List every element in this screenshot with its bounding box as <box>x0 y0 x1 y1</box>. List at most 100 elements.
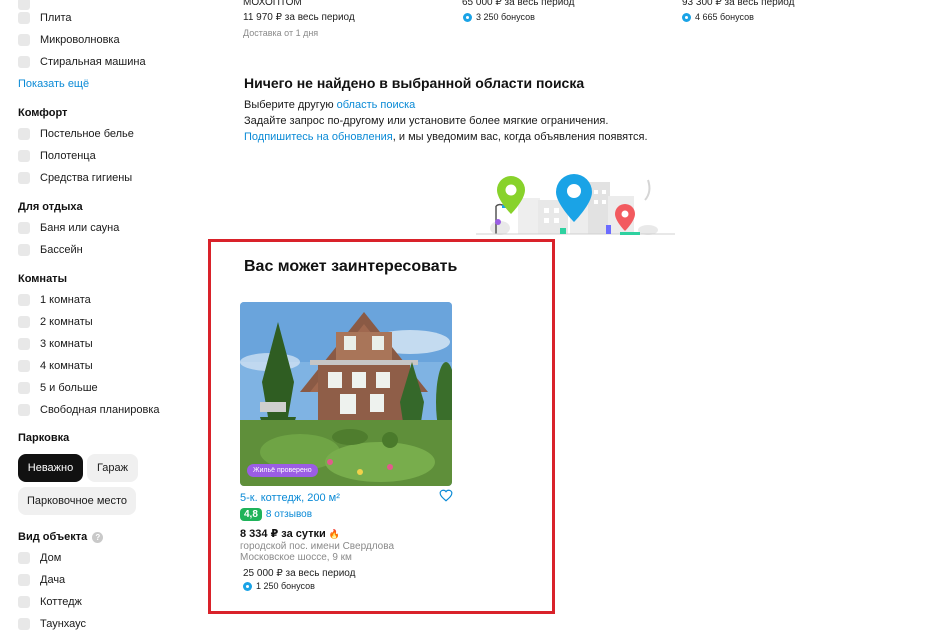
empty-state-text: , и мы уведомим вас, когда объявления по… <box>392 131 648 143</box>
checkbox[interactable] <box>18 618 30 630</box>
filter-label: Бассейн <box>40 244 83 256</box>
filter-dacha[interactable]: Дача <box>18 572 65 588</box>
filter-label: 4 комнаты <box>40 360 93 372</box>
listing-3-bonus: 4 665 бонусов <box>682 12 754 22</box>
checkbox[interactable] <box>18 382 30 394</box>
checkbox[interactable] <box>18 596 30 608</box>
bonus-icon <box>682 12 691 22</box>
filter-rooms-4[interactable]: 4 комнаты <box>18 358 93 374</box>
checkbox[interactable] <box>18 404 30 416</box>
section-title-leisure: Для отдыха <box>18 201 83 213</box>
empty-state-title: Ничего не найдено в выбранной области по… <box>244 75 585 91</box>
listing-price: 8 334 ₽ за сутки 🔥 <box>240 527 340 540</box>
filter-house[interactable]: Дом <box>18 550 61 566</box>
listing-1-delivery: Доставка от 1 дня <box>243 28 319 38</box>
bonus-text: 4 665 бонусов <box>695 12 754 22</box>
reviews-link[interactable]: 8 отзывов <box>266 509 312 520</box>
checkbox[interactable] <box>18 574 30 586</box>
filter-towels[interactable]: Полотенца <box>18 148 96 164</box>
listing-title-link[interactable]: 5-к. коттедж, 200 м² <box>240 492 340 504</box>
checkbox[interactable] <box>18 222 30 234</box>
filter-label: Свободная планировка <box>40 404 160 416</box>
empty-state-line-2: Задайте запрос по-другому или установите… <box>244 115 609 127</box>
filter-label: 3 комнаты <box>40 338 93 350</box>
section-title-parking: Парковка <box>18 432 70 444</box>
checkbox[interactable] <box>18 12 30 24</box>
listing-rating: 4,8 8 отзывов <box>240 508 312 521</box>
filter-label: Постельное белье <box>40 128 134 140</box>
filter-label: Полотенца <box>40 150 96 162</box>
filter-label: Плита <box>40 12 72 24</box>
section-title-object-type: Вид объекта? <box>18 531 104 543</box>
checkbox[interactable] <box>18 360 30 372</box>
parking-option-garage[interactable]: Гараж <box>87 454 138 482</box>
filter-label: Средства гигиены <box>40 172 133 184</box>
filter-label: 5 и больше <box>40 382 98 394</box>
filter-label: Микроволновка <box>40 34 120 46</box>
bonus-icon <box>243 581 252 591</box>
checkbox[interactable] <box>18 0 30 10</box>
listing-bonus: 1 250 бонусов <box>243 581 315 591</box>
checkbox[interactable] <box>18 244 30 256</box>
checkbox[interactable] <box>18 172 30 184</box>
filter-microwave[interactable]: Микроволновка <box>18 32 120 48</box>
filter-pool[interactable]: Бассейн <box>18 242 83 258</box>
listing-address-line-2: Московское шоссе, 9 км <box>240 552 352 563</box>
empty-search-illustration <box>476 174 675 235</box>
building-shape <box>518 198 540 234</box>
favorite-heart-icon[interactable] <box>439 489 453 502</box>
parking-option-spot[interactable]: Парковочное место <box>18 487 136 515</box>
filter-label: Баня или сауна <box>40 222 120 234</box>
empty-state-text: Выберите другую <box>244 99 337 111</box>
bonus-text: 1 250 бонусов <box>256 581 315 591</box>
empty-state-line-1: Выберите другую область поиска <box>244 99 415 111</box>
subscribe-link[interactable]: Подпишитесь на обновления <box>244 131 393 143</box>
help-icon[interactable]: ? <box>92 531 104 543</box>
bonus-icon <box>463 12 472 22</box>
section-title-comfort: Комфорт <box>18 107 68 119</box>
checkbox[interactable] <box>18 338 30 350</box>
filter-washing-machine[interactable]: Стиральная машина <box>18 54 146 70</box>
filter-cottage[interactable]: Коттедж <box>18 594 82 610</box>
show-more-link[interactable]: Показать ещё <box>18 78 89 90</box>
filter-townhouse[interactable]: Таунхаус <box>18 616 86 632</box>
checkbox[interactable] <box>18 56 30 68</box>
filters-sidebar: Плита Микроволновка Стиральная машина По… <box>0 0 200 640</box>
listing-photo[interactable]: Жильё проверено <box>240 302 452 486</box>
filter-rooms-5-plus[interactable]: 5 и больше <box>18 380 98 396</box>
filter-open-plan[interactable]: Свободная планировка <box>18 402 160 418</box>
filter-rooms-1[interactable]: 1 комната <box>18 292 91 308</box>
checkbox[interactable] <box>18 316 30 328</box>
bonus-text: 3 250 бонусов <box>476 12 535 22</box>
listing-1-line1: МОХОПТОМ <box>243 0 302 8</box>
checkbox[interactable] <box>18 128 30 140</box>
parking-option-any[interactable]: Неважно <box>18 454 83 482</box>
filter-label: Таунхаус <box>40 618 87 630</box>
price-text: 8 334 ₽ за сутки <box>240 528 326 540</box>
recommendations-title: Вас может заинтересовать <box>244 258 458 275</box>
checkbox[interactable] <box>18 150 30 162</box>
listing-2-bonus: 3 250 бонусов <box>463 12 535 22</box>
filter-label: Дом <box>40 552 62 564</box>
section-title-text: Вид объекта <box>18 531 88 543</box>
listing-period-price: 25 000 ₽ за весь период <box>243 568 356 579</box>
filter-bedding[interactable]: Постельное белье <box>18 126 134 142</box>
filter-sauna[interactable]: Баня или сауна <box>18 220 119 236</box>
verified-badge: Жильё проверено <box>247 464 318 477</box>
filter-plita[interactable]: Плита <box>18 10 72 26</box>
filter-label: Дача <box>40 574 66 586</box>
checkbox[interactable] <box>18 34 30 46</box>
checkbox[interactable] <box>18 294 30 306</box>
filter-hygiene[interactable]: Средства гигиены <box>18 170 132 186</box>
checkbox[interactable] <box>18 552 30 564</box>
listing-3-price: 93 300 ₽ за весь период <box>682 0 795 8</box>
empty-state-line-3: Подпишитесь на обновления, и мы уведомим… <box>244 131 648 143</box>
fire-icon: 🔥 <box>328 529 341 539</box>
filter-rooms-3[interactable]: 3 комнаты <box>18 336 93 352</box>
filter-rooms-2[interactable]: 2 комнаты <box>18 314 93 330</box>
cottage-photo-image <box>240 302 452 486</box>
search-area-link[interactable]: область поиска <box>337 99 416 111</box>
listing-address-line-1: городской пос. имени Свердлова <box>240 541 395 552</box>
listing-1-price: 11 970 ₽ за весь период <box>243 12 355 23</box>
rating-badge: 4,8 <box>240 508 262 521</box>
